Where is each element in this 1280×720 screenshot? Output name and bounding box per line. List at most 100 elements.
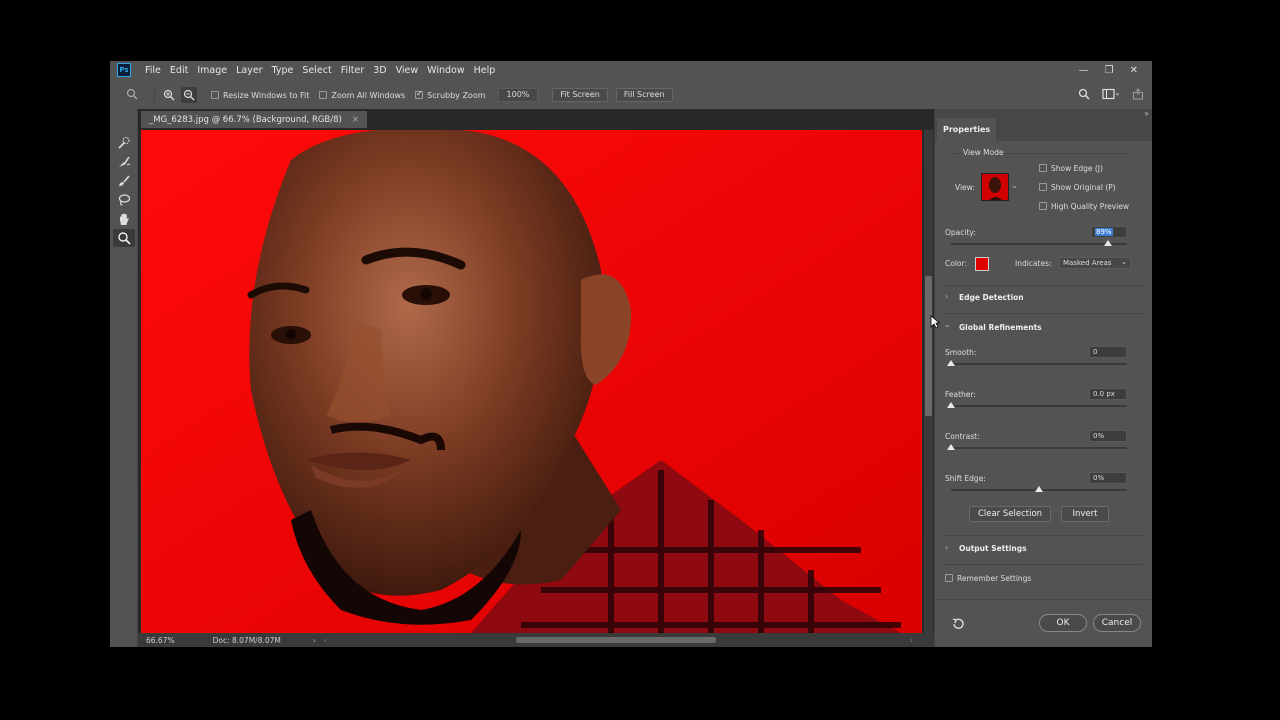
feather-slider-track[interactable] bbox=[951, 405, 1127, 407]
output-settings-section[interactable]: Output Settings bbox=[959, 544, 1027, 553]
view-mode-label: View Mode bbox=[961, 148, 1006, 157]
resize-windows-checkbox[interactable]: Resize Windows to Fit bbox=[211, 91, 309, 100]
image-canvas[interactable] bbox=[141, 130, 922, 633]
shift-edge-slider-thumb[interactable] bbox=[1035, 486, 1043, 492]
show-edge-label: Show Edge (J) bbox=[1051, 164, 1103, 173]
opacity-value: 89% bbox=[1095, 228, 1113, 236]
tools-panel bbox=[110, 109, 138, 647]
vertical-scroll-thumb[interactable] bbox=[925, 276, 932, 416]
menu-image[interactable]: Image bbox=[197, 65, 227, 76]
zoom-status[interactable]: 66.67% bbox=[146, 636, 175, 645]
invert-button[interactable]: Invert bbox=[1061, 506, 1109, 522]
global-refinements-section[interactable]: Global Refinements bbox=[959, 323, 1042, 332]
smooth-slider-thumb[interactable] bbox=[947, 360, 955, 366]
indicates-dropdown[interactable]: Masked Areas ⌄ bbox=[1059, 257, 1131, 269]
scrubby-zoom-label: Scrubby Zoom bbox=[427, 90, 486, 100]
document-area: _MG_6283.jpg @ 66.7% (Background, RGB/8)… bbox=[138, 109, 934, 647]
scroll-right-icon[interactable]: › bbox=[910, 636, 913, 645]
view-label: View: bbox=[955, 183, 975, 192]
contrast-field[interactable]: 0% bbox=[1089, 430, 1127, 442]
scroll-left-icon[interactable]: ‹ bbox=[324, 636, 327, 645]
search-icon[interactable] bbox=[1078, 88, 1090, 103]
menu-filter[interactable]: Filter bbox=[341, 65, 365, 76]
menu-type[interactable]: Type bbox=[272, 65, 294, 76]
opacity-label: Opacity: bbox=[945, 228, 976, 237]
window-controls: — ❐ ✕ bbox=[1079, 61, 1138, 79]
lasso-icon[interactable] bbox=[113, 191, 135, 209]
cancel-button[interactable]: Cancel bbox=[1093, 614, 1141, 632]
menu-view[interactable]: View bbox=[396, 65, 419, 76]
zoom-all-windows-checkbox[interactable]: Zoom All Windows bbox=[319, 91, 405, 100]
contrast-slider-track[interactable] bbox=[951, 447, 1127, 449]
resize-windows-box[interactable] bbox=[211, 91, 219, 99]
hand-icon[interactable] bbox=[113, 210, 135, 228]
refine-edge-brush-icon[interactable] bbox=[113, 153, 135, 171]
feather-field[interactable]: 0.0 px bbox=[1089, 388, 1127, 400]
view-mode-thumbnail[interactable] bbox=[981, 173, 1009, 201]
show-edge-checkbox[interactable] bbox=[1039, 164, 1047, 172]
opacity-slider-thumb[interactable] bbox=[1103, 240, 1112, 246]
scrubby-zoom-box[interactable] bbox=[415, 89, 424, 99]
zoom-out-icon[interactable] bbox=[181, 87, 197, 103]
options-bar: Resize Windows to Fit Zoom All Windows S… bbox=[110, 84, 1152, 106]
menu-help[interactable]: Help bbox=[474, 65, 496, 76]
show-original-checkbox[interactable] bbox=[1039, 183, 1047, 191]
global-refinements-chevron-icon[interactable]: ⌄ bbox=[944, 320, 951, 329]
zoom-tool-icon[interactable] bbox=[113, 229, 135, 247]
overlay-color-swatch[interactable] bbox=[975, 257, 989, 271]
brush-icon[interactable] bbox=[113, 172, 135, 190]
view-mode-dropdown-icon[interactable]: ⌄ bbox=[1011, 181, 1018, 190]
properties-panel: » Properties View Mode View: ⌄ Show Edge… bbox=[934, 109, 1152, 647]
reset-icon[interactable] bbox=[951, 616, 965, 635]
scrubby-zoom-checkbox[interactable]: Scrubby Zoom bbox=[415, 89, 486, 100]
feather-slider-thumb[interactable] bbox=[947, 402, 955, 408]
panel-collapse-icon[interactable]: » bbox=[1144, 109, 1149, 118]
opacity-slider-track[interactable] bbox=[951, 243, 1127, 245]
shift-edge-field[interactable]: 0% bbox=[1089, 472, 1127, 484]
remember-settings-label: Remember Settings bbox=[957, 574, 1032, 583]
zoom-percent-field[interactable]: 100% bbox=[497, 88, 539, 102]
contrast-label: Contrast: bbox=[945, 432, 980, 441]
high-quality-preview-label: High Quality Preview bbox=[1051, 202, 1129, 211]
portrait-photo bbox=[141, 130, 922, 633]
document-tab[interactable]: _MG_6283.jpg @ 66.7% (Background, RGB/8)… bbox=[141, 111, 367, 128]
high-quality-preview-checkbox[interactable] bbox=[1039, 202, 1047, 210]
opacity-field[interactable]: 89% bbox=[1091, 226, 1127, 238]
zoom-all-windows-box[interactable] bbox=[319, 91, 328, 99]
color-label: Color: bbox=[945, 259, 967, 268]
menu-layer[interactable]: Layer bbox=[236, 65, 263, 76]
zoom-in-icon[interactable] bbox=[161, 87, 177, 103]
section-divider bbox=[943, 285, 1143, 286]
menu-edit[interactable]: Edit bbox=[170, 65, 188, 76]
horizontal-scroll-thumb[interactable] bbox=[516, 637, 716, 643]
contrast-slider-thumb[interactable] bbox=[947, 444, 955, 450]
edge-detection-section[interactable]: Edge Detection bbox=[959, 293, 1024, 302]
quick-selection-icon[interactable] bbox=[113, 134, 135, 152]
remember-settings-checkbox[interactable] bbox=[945, 574, 953, 582]
ok-button[interactable]: OK bbox=[1039, 614, 1087, 632]
tab-properties[interactable]: Properties bbox=[937, 118, 997, 141]
workspace-icon[interactable] bbox=[1102, 88, 1120, 103]
document-tab-close-icon[interactable]: × bbox=[352, 115, 359, 125]
smooth-label: Smooth: bbox=[945, 348, 977, 357]
menu-3d[interactable]: 3D bbox=[373, 65, 386, 76]
share-icon[interactable] bbox=[1132, 87, 1144, 103]
clear-selection-button[interactable]: Clear Selection bbox=[969, 506, 1051, 522]
status-expand-icon[interactable]: › bbox=[313, 636, 316, 645]
output-settings-chevron-icon[interactable]: › bbox=[945, 543, 948, 552]
vertical-scrollbar[interactable] bbox=[924, 130, 933, 633]
menu-file[interactable]: File bbox=[145, 65, 161, 76]
menu-window[interactable]: Window bbox=[427, 65, 464, 76]
status-bar: 66.67% Doc: 8.07M/8.07M › ‹ › bbox=[138, 633, 934, 647]
show-original-label: Show Original (P) bbox=[1051, 183, 1116, 192]
smooth-slider-track[interactable] bbox=[951, 363, 1127, 365]
restore-icon[interactable]: ❐ bbox=[1105, 65, 1114, 76]
close-icon[interactable]: ✕ bbox=[1130, 65, 1138, 76]
edge-detection-chevron-icon[interactable]: › bbox=[945, 292, 948, 301]
fill-screen-button[interactable]: Fill Screen bbox=[615, 88, 673, 102]
minimize-icon[interactable]: — bbox=[1079, 65, 1089, 76]
smooth-field[interactable]: 0 bbox=[1089, 346, 1127, 358]
menu-select[interactable]: Select bbox=[302, 65, 331, 76]
zoom-tool-preset-icon[interactable] bbox=[124, 88, 140, 103]
fit-screen-button[interactable]: Fit Screen bbox=[552, 88, 608, 102]
